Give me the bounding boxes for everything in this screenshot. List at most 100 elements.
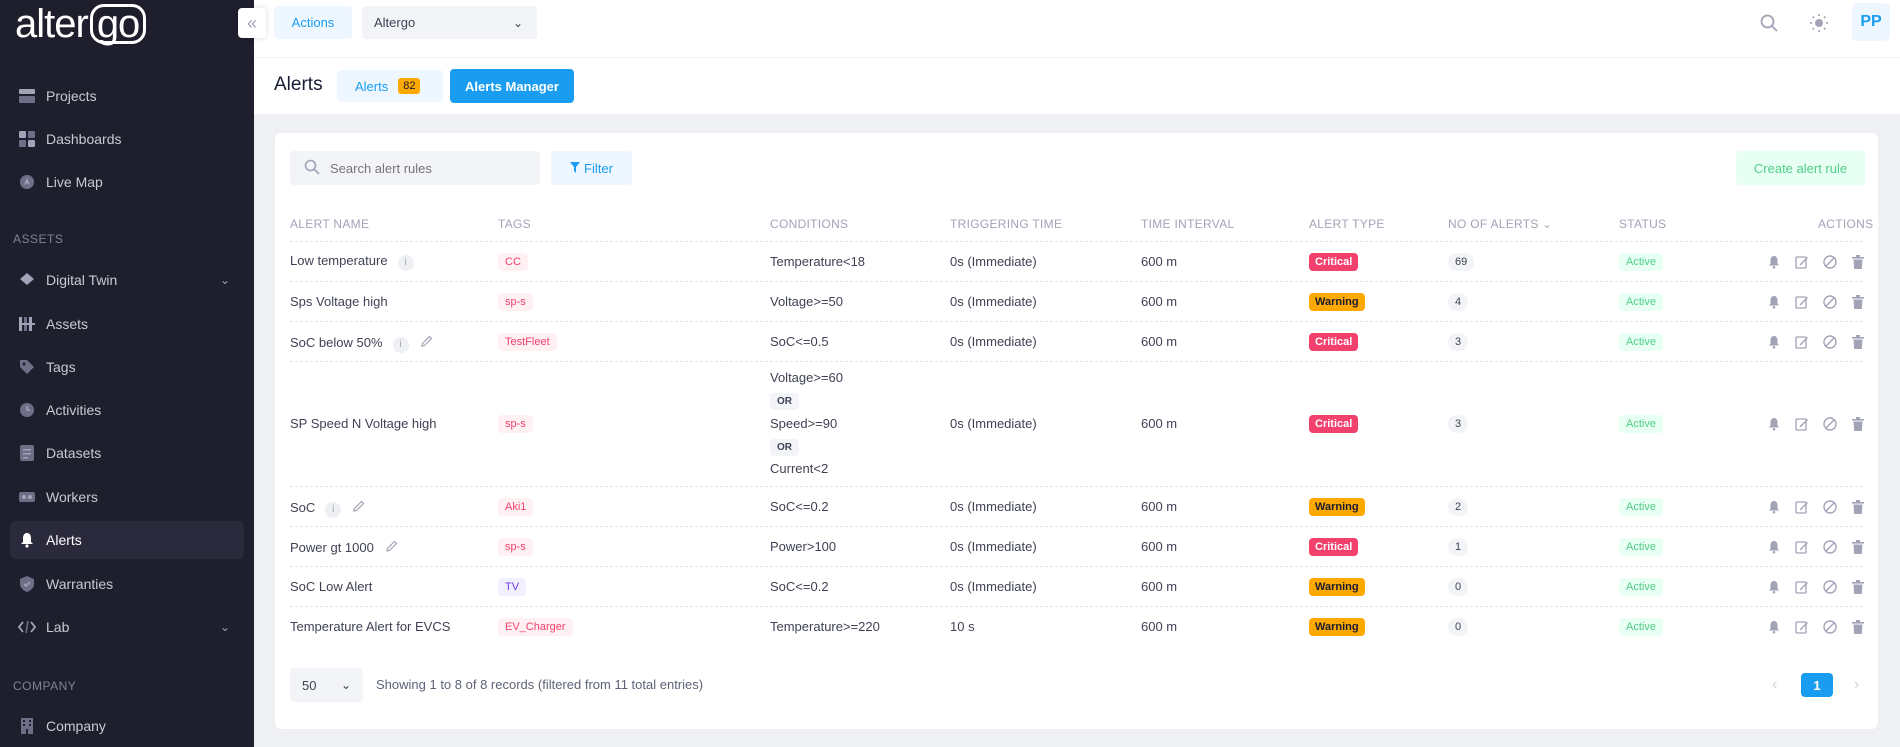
sidebar-item-lab[interactable]: Lab ⌄: [10, 608, 244, 646]
digital-twin-icon: [18, 271, 36, 289]
disable-icon[interactable]: [1822, 539, 1838, 555]
disable-icon[interactable]: [1822, 254, 1838, 270]
or-badge: OR: [770, 393, 799, 410]
pencil-icon[interactable]: [384, 538, 400, 554]
alert-name-cell[interactable]: SoC below 50% i: [290, 333, 435, 353]
edit-icon[interactable]: [1794, 294, 1810, 310]
organization-select[interactable]: Altergo ⌄: [362, 6, 537, 39]
organization-select-value: Altergo: [374, 15, 416, 30]
workers-icon: [18, 488, 36, 506]
bell-icon[interactable]: [1766, 579, 1782, 595]
edit-icon[interactable]: [1794, 416, 1810, 432]
sidebar-item-assets[interactable]: Assets: [10, 305, 244, 343]
bell-icon[interactable]: [1766, 294, 1782, 310]
avatar[interactable]: PP: [1852, 3, 1890, 41]
pencil-icon[interactable]: [419, 333, 435, 349]
edit-icon[interactable]: [1794, 334, 1810, 350]
filter-button[interactable]: Filter: [551, 151, 632, 185]
alert-name-cell[interactable]: SoC i: [290, 498, 367, 518]
create-alert-rule-button[interactable]: Create alert rule: [1736, 151, 1865, 185]
sun-icon[interactable]: [1808, 12, 1830, 34]
alert-name-cell[interactable]: Power gt 1000: [290, 538, 400, 555]
disable-icon[interactable]: [1822, 579, 1838, 595]
column-header-conditions[interactable]: CONDITIONS: [770, 217, 848, 231]
info-icon[interactable]: i: [392, 336, 409, 353]
column-header-tags[interactable]: TAGS: [498, 217, 531, 231]
page-1-button[interactable]: 1: [1801, 673, 1833, 697]
trash-icon[interactable]: [1850, 539, 1866, 555]
trash-icon[interactable]: [1850, 416, 1866, 432]
tag-icon: [18, 358, 36, 376]
bell-icon[interactable]: [1766, 619, 1782, 635]
previous-page-button[interactable]: ‹: [1772, 676, 1777, 694]
edit-icon[interactable]: [1794, 254, 1810, 270]
disable-icon[interactable]: [1822, 499, 1838, 515]
search-input[interactable]: [330, 160, 530, 176]
bell-icon[interactable]: [1766, 334, 1782, 350]
sidebar-item-live-map[interactable]: Live Map: [10, 163, 244, 201]
edit-icon[interactable]: [1794, 579, 1810, 595]
alert-type-badge: Warning: [1309, 578, 1365, 596]
sidebar-item-activities[interactable]: Activities: [10, 391, 244, 429]
trash-icon[interactable]: [1850, 619, 1866, 635]
alert-name: SoC: [290, 500, 316, 515]
alert-name[interactable]: Temperature Alert for EVCS: [290, 619, 450, 634]
alert-name-cell[interactable]: Low temperature i: [290, 253, 414, 271]
edit-icon[interactable]: [1794, 619, 1810, 635]
condition-operator: OR: [770, 392, 799, 410]
trash-icon[interactable]: [1850, 294, 1866, 310]
column-header-alert-name[interactable]: ALERT NAME: [290, 217, 369, 231]
sidebar-item-digital-twin[interactable]: Digital Twin ⌄: [10, 261, 244, 299]
sidebar-item-workers[interactable]: Workers: [10, 478, 244, 516]
alert-name[interactable]: Sps Voltage high: [290, 294, 388, 309]
row-actions: [1766, 334, 1866, 350]
sidebar-item-alerts[interactable]: Alerts: [10, 521, 244, 559]
edit-icon[interactable]: [1794, 499, 1810, 515]
page-size-select[interactable]: 50 ⌄: [290, 668, 363, 702]
sidebar-collapse-button[interactable]: «: [238, 8, 266, 38]
disable-icon[interactable]: [1822, 334, 1838, 350]
column-header-alert-type[interactable]: ALERT TYPE: [1309, 217, 1385, 231]
tag-badge: TestFleet: [498, 333, 557, 351]
column-header-label: NO OF ALERTS: [1448, 217, 1539, 231]
disable-icon[interactable]: [1822, 294, 1838, 310]
row-actions: [1766, 254, 1866, 270]
column-header-triggering-time[interactable]: TRIGGERING TIME: [950, 217, 1062, 231]
sidebar-item-projects[interactable]: Projects: [10, 77, 244, 115]
bell-icon[interactable]: [1766, 539, 1782, 555]
bell-icon[interactable]: [1766, 499, 1782, 515]
trash-icon[interactable]: [1850, 579, 1866, 595]
tab-alerts-manager[interactable]: Alerts Manager: [450, 69, 574, 103]
alert-type-badge: Warning: [1309, 293, 1365, 311]
disable-icon[interactable]: [1822, 619, 1838, 635]
sidebar-item-warranties[interactable]: Warranties: [10, 565, 244, 603]
search-icon[interactable]: [1758, 12, 1780, 34]
column-header-time-interval[interactable]: TIME INTERVAL: [1141, 217, 1234, 231]
next-page-button[interactable]: ›: [1854, 676, 1859, 694]
sidebar-item-datasets[interactable]: Datasets: [10, 434, 244, 472]
info-icon[interactable]: i: [397, 254, 414, 271]
bell-icon[interactable]: [1766, 416, 1782, 432]
disable-icon[interactable]: [1822, 416, 1838, 432]
info-icon[interactable]: i: [325, 501, 342, 518]
bell-icon[interactable]: [1766, 254, 1782, 270]
column-header-no-of-alerts[interactable]: NO OF ALERTS ⌄: [1448, 217, 1552, 231]
alert-name: Power gt 1000: [290, 540, 374, 555]
column-header-status[interactable]: STATUS: [1619, 217, 1666, 231]
search-box[interactable]: [290, 151, 540, 185]
actions-button[interactable]: Actions: [274, 6, 352, 39]
tab-alerts[interactable]: Alerts 82: [337, 70, 443, 102]
edit-icon[interactable]: [1794, 539, 1810, 555]
row-actions: [1766, 579, 1866, 595]
trash-icon[interactable]: [1850, 334, 1866, 350]
pencil-icon[interactable]: [351, 498, 367, 514]
sidebar-item-company[interactable]: Company: [10, 707, 244, 745]
sidebar-item-dashboards[interactable]: Dashboards: [10, 120, 244, 158]
sidebar-item-tags[interactable]: Tags: [10, 348, 244, 386]
alert-name[interactable]: SP Speed N Voltage high: [290, 416, 437, 431]
trash-icon[interactable]: [1850, 254, 1866, 270]
time-interval: 600 m: [1141, 619, 1178, 634]
trash-icon[interactable]: [1850, 499, 1866, 515]
alert-name[interactable]: SoC Low Alert: [290, 579, 372, 594]
altergo-logo[interactable]: alter go: [15, 2, 147, 47]
